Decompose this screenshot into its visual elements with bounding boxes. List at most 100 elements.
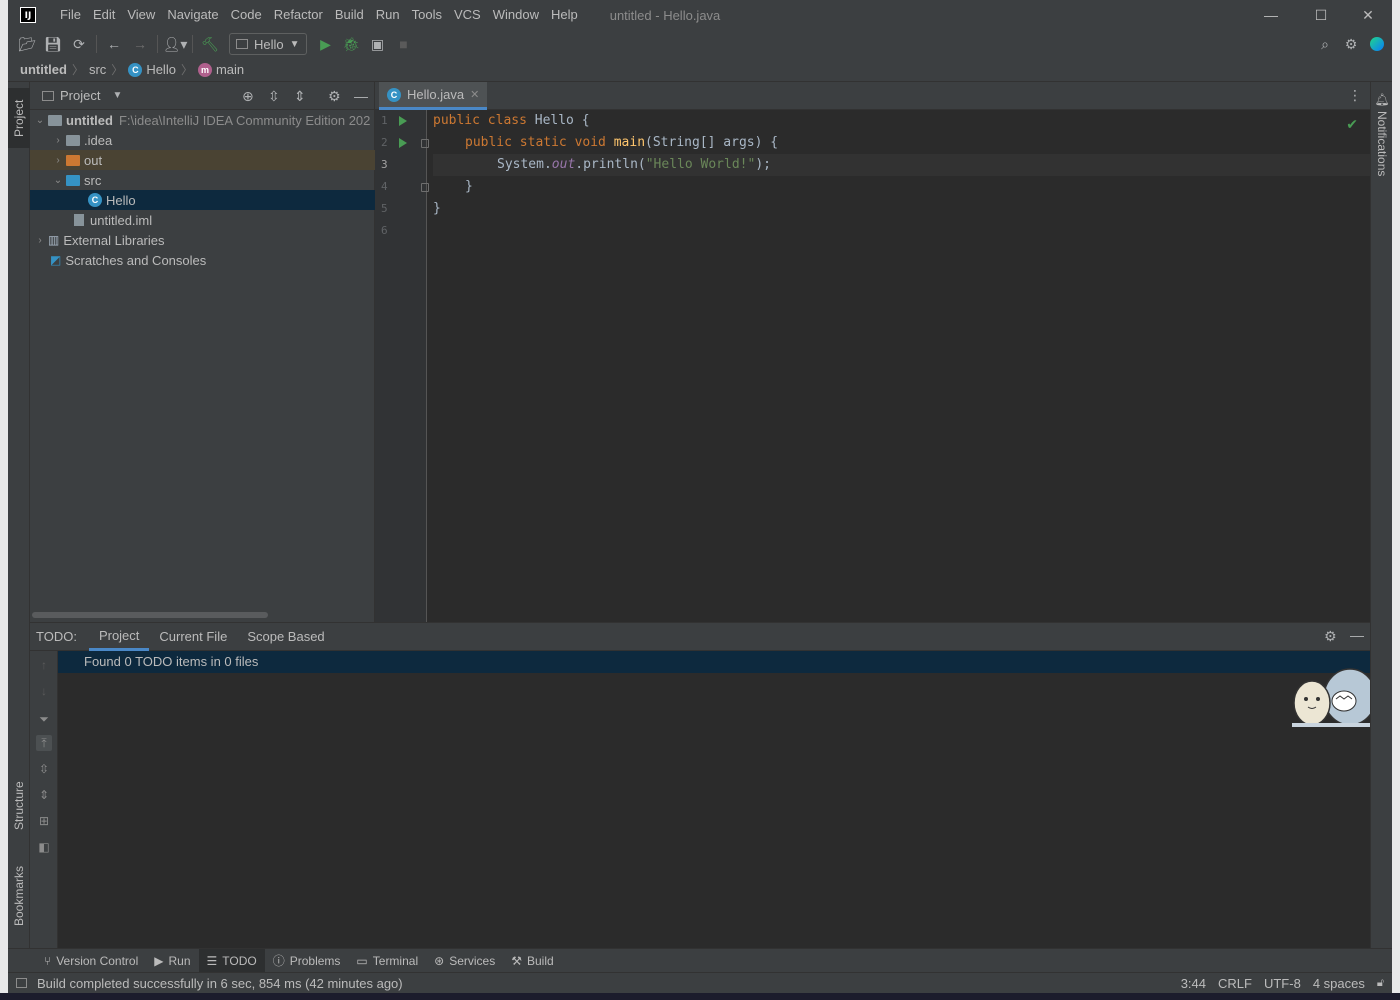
tab-version-control[interactable]: ⑂ Version Control xyxy=(36,949,146,973)
tab-label: Problems xyxy=(289,953,341,968)
minimize-icon: — xyxy=(1264,7,1278,23)
breadcrumb-method[interactable]: m main xyxy=(197,62,244,77)
save-icon[interactable]: 💾︎ xyxy=(40,32,66,56)
indent-setting[interactable]: 4 spaces xyxy=(1313,976,1365,991)
tab-notifications-label: Notifications xyxy=(1375,111,1389,177)
editor: C Hello.java ✕ ⋮ 1 2 3 4 5 6 public clas… xyxy=(375,82,1370,622)
tree-item-out[interactable]: › out xyxy=(30,150,375,170)
lock-icon[interactable]: 🔓︎ xyxy=(1377,977,1384,990)
inspection-ok-icon[interactable]: ✔ xyxy=(1346,116,1358,133)
tab-problems[interactable]: ⓘ Problems xyxy=(265,949,349,973)
run-icon[interactable]: ▶ xyxy=(313,32,339,56)
caret-position[interactable]: 3:44 xyxy=(1181,976,1206,991)
menu-navigate[interactable]: Navigate xyxy=(161,0,224,30)
menu-tools[interactable]: Tools xyxy=(406,0,448,30)
breadcrumb-project-label: untitled xyxy=(20,62,67,77)
main-toolbar: 📂︎ 💾︎ ⟳ ← → 👤︎▾ 🔨︎ Hello ▼ ▶ 🐞︎ ▣ ■ ⌕ ⚙ xyxy=(8,30,1392,58)
line-separator[interactable]: CRLF xyxy=(1218,976,1252,991)
tab-bookmarks[interactable]: Bookmarks xyxy=(8,854,30,938)
arrow-up-icon[interactable]: ↑ xyxy=(36,657,52,673)
tab-structure[interactable]: Structure xyxy=(8,768,30,844)
group-by-icon[interactable]: ⊞ xyxy=(36,813,52,829)
run-gutter-icon[interactable] xyxy=(399,116,407,126)
collapse-all-icon[interactable]: ⇕ xyxy=(36,787,52,803)
preview-icon[interactable]: ◧ xyxy=(36,839,52,855)
horizontal-scrollbar[interactable] xyxy=(32,612,268,618)
menu-code[interactable]: Code xyxy=(225,0,268,30)
menu-run[interactable]: Run xyxy=(370,0,406,30)
sync-icon[interactable]: ⟳ xyxy=(66,32,92,56)
tree-item-hello[interactable]: C Hello xyxy=(30,190,375,210)
forward-icon[interactable]: → xyxy=(127,32,153,56)
fold-icon[interactable] xyxy=(421,183,429,192)
toolbox-icon[interactable] xyxy=(1364,32,1390,56)
tree-item-untitled[interactable]: ⌄ untitled F:\idea\IntelliJ IDEA Communi… xyxy=(30,110,375,130)
breadcrumb-folder[interactable]: src xyxy=(89,62,106,77)
file-encoding[interactable]: UTF-8 xyxy=(1264,976,1301,991)
hide-icon[interactable]: — xyxy=(354,88,368,104)
menu-vcs[interactable]: VCS xyxy=(448,0,487,30)
more-options-icon[interactable]: ⋮ xyxy=(1348,87,1362,104)
menu-file[interactable]: File xyxy=(54,0,87,30)
minimize-button[interactable]: — xyxy=(1248,0,1294,30)
tree-item-idea[interactable]: › .idea xyxy=(30,130,375,150)
gear-icon[interactable]: ⚙ xyxy=(1324,628,1337,645)
status-window-icon[interactable] xyxy=(16,978,27,988)
code-area[interactable]: public class Hello { public static void … xyxy=(433,110,1363,622)
editor-tab-hello-java[interactable]: C Hello.java ✕ xyxy=(379,82,488,110)
menu-window[interactable]: Window xyxy=(487,0,545,30)
maximize-button[interactable]: ☐ xyxy=(1298,0,1344,30)
tree-item-src[interactable]: ⌄ src xyxy=(30,170,375,190)
tab-project[interactable]: Project xyxy=(8,88,30,148)
tab-notifications[interactable]: 🔔︎ Notifications xyxy=(1371,92,1393,182)
coverage-icon[interactable]: ▣ xyxy=(365,32,391,56)
search-icon[interactable]: ⌕ xyxy=(1312,32,1338,56)
collapse-all-icon[interactable]: ⇕ xyxy=(294,88,306,105)
project-view-select[interactable]: Project xyxy=(60,88,100,103)
gear-icon[interactable]: ⚙ xyxy=(328,88,341,105)
filter-icon[interactable]: ⏷ xyxy=(36,711,52,727)
tab-todo[interactable]: ☰ TODO xyxy=(198,948,265,973)
breadcrumb-project[interactable]: untitled xyxy=(20,62,67,77)
open-icon[interactable]: 📂︎ xyxy=(14,32,40,56)
todo-tab-current-file[interactable]: Current File xyxy=(149,623,237,651)
tab-terminal[interactable]: ▭ Terminal xyxy=(348,949,426,973)
locate-icon[interactable]: ⊕ xyxy=(242,88,254,105)
menu-edit[interactable]: Edit xyxy=(87,0,121,30)
todo-tab-scope-based[interactable]: Scope Based xyxy=(237,623,334,651)
user-dropdown-icon[interactable]: 👤︎▾ xyxy=(162,32,188,56)
todo-toolbar: ↑ ↓ ⏷ ⤒ ⇳ ⇕ ⊞ ◧ xyxy=(30,651,58,949)
menu-build[interactable]: Build xyxy=(329,0,370,30)
tab-services[interactable]: ⊛ Services xyxy=(426,949,503,973)
todo-tab-project[interactable]: Project xyxy=(88,623,150,651)
run-gutter-icon[interactable] xyxy=(399,138,407,148)
tab-build[interactable]: ⚒ Build xyxy=(503,949,561,973)
status-message[interactable]: Build completed successfully in 6 sec, 8… xyxy=(37,976,403,991)
arrow-down-icon[interactable]: ↓ xyxy=(36,683,52,699)
tab-run[interactable]: ▶ Run xyxy=(146,949,198,973)
tree-item-scratches[interactable]: ◩ Scratches and Consoles xyxy=(30,250,375,270)
run-config-select[interactable]: Hello ▼ xyxy=(229,33,307,55)
close-tab-icon[interactable]: ✕ xyxy=(470,88,479,101)
expand-all-icon[interactable]: ⇳ xyxy=(268,88,280,105)
close-button[interactable]: ✕ xyxy=(1345,0,1391,30)
stop-icon[interactable]: ■ xyxy=(391,32,417,56)
todo-result-row[interactable]: Found 0 TODO items in 0 files xyxy=(58,651,1370,673)
back-icon[interactable]: ← xyxy=(101,32,127,56)
debug-icon[interactable]: 🐞︎ xyxy=(339,32,365,56)
tree-item-iml[interactable]: untitled.iml xyxy=(30,210,375,230)
settings-icon[interactable]: ⚙ xyxy=(1338,32,1364,56)
autoscroll-icon[interactable]: ⤒ xyxy=(36,735,52,751)
menu-refactor[interactable]: Refactor xyxy=(268,0,329,30)
hide-icon[interactable]: — xyxy=(1350,627,1364,643)
line-number: 4 xyxy=(381,180,388,193)
menu-view[interactable]: View xyxy=(121,0,161,30)
tree-item-external-libraries[interactable]: › ▥ External Libraries xyxy=(30,230,375,250)
menu-help[interactable]: Help xyxy=(545,0,584,30)
fold-icon[interactable] xyxy=(421,139,429,148)
chevron-down-icon[interactable]: ▼ xyxy=(112,90,122,101)
breadcrumb-class[interactable]: C Hello xyxy=(128,62,176,77)
expand-all-icon[interactable]: ⇳ xyxy=(36,761,52,777)
toolbar-separator xyxy=(96,35,97,53)
build-hammer-icon[interactable]: 🔨︎ xyxy=(197,32,223,56)
